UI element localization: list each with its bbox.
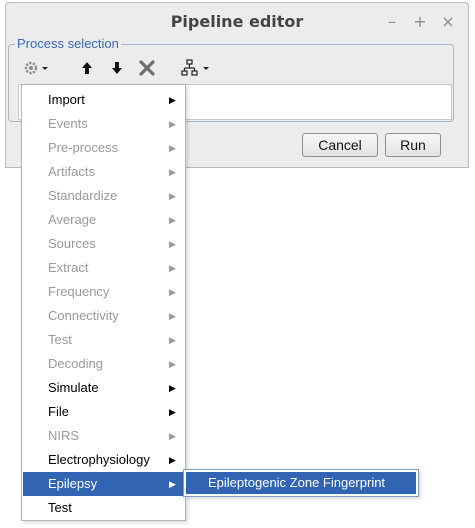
menu-item-frequency[interactable]: Frequency ▶ (23, 280, 184, 304)
chevron-right-icon: ▶ (169, 215, 176, 225)
menu-item-extract[interactable]: Extract ▶ (23, 256, 184, 280)
chevron-right-icon: ▶ (169, 191, 176, 201)
screen: Pipeline editor – + × Process selection (0, 0, 475, 528)
run-button[interactable]: Run (385, 133, 441, 157)
menu-item-events[interactable]: Events ▶ (23, 112, 184, 136)
menu-item-pre-process[interactable]: Pre-process ▶ (23, 136, 184, 160)
menu-item-simulate[interactable]: Simulate ▶ (23, 376, 184, 400)
menu-item-nirs[interactable]: NIRS ▶ (23, 424, 184, 448)
chevron-right-icon: ▶ (169, 383, 176, 393)
chevron-right-icon: ▶ (169, 167, 176, 177)
close-icon[interactable]: × (439, 10, 457, 34)
menu-item-standardize[interactable]: Standardize ▶ (23, 184, 184, 208)
menu-item-sources[interactable]: Sources ▶ (23, 232, 184, 256)
chevron-right-icon: ▶ (169, 455, 176, 465)
chevron-right-icon: ▶ (169, 359, 176, 369)
menu-item-decoding[interactable]: Decoding ▶ (23, 352, 184, 376)
chevron-right-icon: ▶ (169, 407, 176, 417)
tree-icon[interactable] (180, 56, 214, 80)
menu-item-test[interactable]: Test (23, 496, 184, 520)
delete-icon[interactable] (136, 56, 158, 80)
maximize-icon[interactable]: + (411, 10, 429, 34)
epilepsy-submenu: Epileptogenic Zone Fingerprint (183, 469, 419, 497)
menu-item-test-category[interactable]: Test ▶ (23, 328, 184, 352)
arrow-down-icon[interactable] (108, 56, 126, 80)
menu-item-electrophysiology[interactable]: Electrophysiology ▶ (23, 448, 184, 472)
chevron-right-icon: ▶ (169, 431, 176, 441)
chevron-right-icon: ▶ (169, 119, 176, 129)
menu-item-import[interactable]: Import ▶ (23, 88, 184, 112)
menu-item-connectivity[interactable]: Connectivity ▶ (23, 304, 184, 328)
title-bar[interactable]: Pipeline editor – + × (6, 3, 468, 39)
process-selection-label: Process selection (15, 36, 121, 51)
menu-item-epilepsy[interactable]: Epilepsy ▶ (23, 472, 184, 496)
chevron-right-icon: ▶ (169, 335, 176, 345)
cancel-button[interactable]: Cancel (302, 133, 378, 157)
chevron-right-icon: ▶ (169, 239, 176, 249)
minimize-icon[interactable]: – (383, 10, 401, 34)
chevron-right-icon: ▶ (169, 143, 176, 153)
arrow-up-icon[interactable] (78, 56, 96, 80)
menu-item-file[interactable]: File ▶ (23, 400, 184, 424)
chevron-right-icon: ▶ (169, 263, 176, 273)
submenu-item-epileptogenic-zone-fingerprint[interactable]: Epileptogenic Zone Fingerprint (186, 472, 416, 494)
chevron-right-icon: ▶ (169, 479, 176, 489)
menu-item-artifacts[interactable]: Artifacts ▶ (23, 160, 184, 184)
process-category-menu: Import ▶ Events ▶ Pre-process ▶ Artifact… (21, 84, 186, 521)
menu-item-average[interactable]: Average ▶ (23, 208, 184, 232)
chevron-right-icon: ▶ (169, 311, 176, 321)
chevron-right-icon: ▶ (169, 287, 176, 297)
gear-icon[interactable] (22, 56, 52, 80)
chevron-right-icon: ▶ (169, 95, 176, 105)
